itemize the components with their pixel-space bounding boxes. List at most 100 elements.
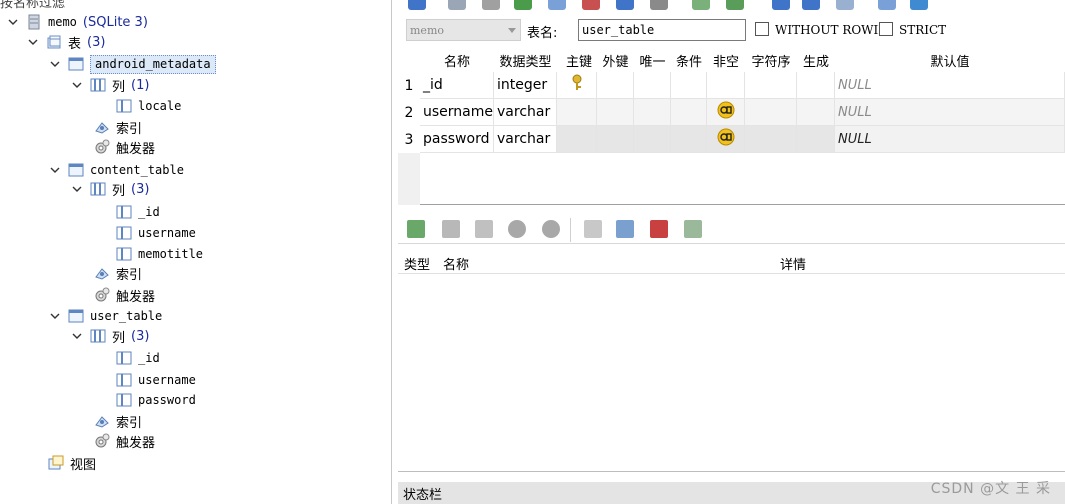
cell-type[interactable]: integer: [494, 72, 557, 99]
tree-columns-node[interactable]: 列 (1): [70, 75, 149, 95]
add-index-icon[interactable]: [407, 220, 425, 238]
tree-table-content-table[interactable]: content_table: [48, 160, 184, 180]
cell-default[interactable]: NULL: [835, 99, 1065, 126]
tree-column-username[interactable]: username: [116, 370, 196, 390]
cell-name[interactable]: password: [420, 126, 494, 153]
cell-generated[interactable]: [797, 72, 835, 99]
tree-table-user-table[interactable]: user_table: [48, 306, 162, 326]
cell-generated[interactable]: [797, 126, 835, 153]
cell-collation[interactable]: [745, 126, 797, 153]
move-up-icon[interactable]: [616, 0, 634, 10]
cell-default[interactable]: NULL: [835, 126, 1065, 153]
cell-fk[interactable]: [597, 99, 634, 126]
move-down-icon[interactable]: [650, 0, 668, 10]
tree-columns-node[interactable]: 列 (3): [70, 179, 149, 199]
cell-pk[interactable]: [557, 72, 597, 99]
cell-pk[interactable]: [557, 99, 597, 126]
tree-column-id[interactable]: _id: [116, 348, 160, 368]
fk-icon[interactable]: [802, 0, 820, 10]
header-check[interactable]: 条件: [671, 48, 707, 72]
index-header-type[interactable]: 类型: [404, 252, 430, 274]
table-row[interactable]: 3 password varchar NULL: [398, 126, 1065, 153]
header-generated[interactable]: 生成: [797, 48, 835, 72]
table-row[interactable]: 1 _id integer NULL: [398, 72, 1065, 99]
cell-check[interactable]: [671, 72, 707, 99]
cell-collation[interactable]: [745, 72, 797, 99]
cell-fk[interactable]: [597, 72, 634, 99]
tree-indexes-node[interactable]: 索引: [94, 117, 142, 137]
tree-column-username[interactable]: username: [116, 223, 196, 243]
cell-generated[interactable]: [797, 99, 835, 126]
chevron-down-icon[interactable]: [70, 182, 84, 196]
edit-column-icon[interactable]: [548, 0, 566, 10]
arrow-up-icon[interactable]: [508, 220, 526, 238]
close-icon[interactable]: [482, 0, 500, 10]
clipboard-icon[interactable]: [684, 220, 702, 238]
tree-table-android-metadata[interactable]: android_metadata: [48, 54, 216, 74]
edit-constraint-icon[interactable]: [726, 0, 744, 10]
chevron-down-icon[interactable]: [48, 163, 62, 177]
header-collation[interactable]: 字符序: [745, 48, 797, 72]
cell-notnull[interactable]: [707, 99, 745, 126]
add-constraint-icon[interactable]: [692, 0, 710, 10]
edit-trigger-icon[interactable]: [616, 220, 634, 238]
ddl-icon[interactable]: [910, 0, 928, 10]
cell-fk[interactable]: [597, 126, 634, 153]
cell-unique[interactable]: [634, 72, 671, 99]
cell-notnull[interactable]: [707, 126, 745, 153]
add-column-icon[interactable]: [514, 0, 532, 10]
delete-trigger-icon[interactable]: [650, 220, 668, 238]
header-notnull[interactable]: 非空: [707, 48, 745, 72]
cell-pk[interactable]: [557, 126, 597, 153]
tree-db-memo[interactable]: memo (SQLite 3): [6, 12, 148, 32]
commit-icon[interactable]: [408, 0, 426, 10]
export-icon[interactable]: [878, 0, 896, 10]
delete-index-icon[interactable]: [475, 220, 493, 238]
chevron-down-icon[interactable]: [70, 78, 84, 92]
index-list[interactable]: [398, 274, 1065, 472]
pk-icon[interactable]: [772, 0, 790, 10]
chevron-down-icon[interactable]: [48, 309, 62, 323]
schema-tree-panel[interactable]: 按名称过滤 memo (SQLite 3) 表 (3) android_meta…: [0, 0, 392, 504]
tree-columns-node[interactable]: 列 (3): [70, 326, 149, 346]
cell-default[interactable]: NULL: [835, 72, 1065, 99]
cell-name[interactable]: username: [420, 99, 494, 126]
cell-check[interactable]: [671, 99, 707, 126]
strict-checkbox[interactable]: [879, 22, 893, 36]
header-unique[interactable]: 唯一: [634, 48, 671, 72]
tree-indexes-node[interactable]: 索引: [94, 263, 142, 283]
delete-column-icon[interactable]: [582, 0, 600, 10]
header-pk[interactable]: 主键: [561, 48, 597, 72]
tree-triggers-node[interactable]: 触发器: [94, 137, 155, 157]
cell-unique[interactable]: [634, 99, 671, 126]
cell-type[interactable]: varchar: [494, 126, 557, 153]
cell-notnull[interactable]: [707, 72, 745, 99]
undo-icon[interactable]: [448, 0, 466, 10]
cell-collation[interactable]: [745, 99, 797, 126]
table-row[interactable]: 2 username varchar NULL: [398, 99, 1065, 126]
columns-grid[interactable]: 名称 数据类型 主键 外键 唯一 条件 非空 字符序 生成 默认值 1 _id …: [398, 48, 1065, 205]
header-name[interactable]: 名称: [420, 48, 494, 72]
chevron-down-icon[interactable]: [70, 329, 84, 343]
index-header-name[interactable]: 名称: [443, 252, 469, 274]
header-default[interactable]: 默认值: [835, 48, 1065, 72]
cell-type[interactable]: varchar: [494, 99, 557, 126]
tree-views-node[interactable]: 视图: [48, 453, 96, 473]
tree-triggers-node[interactable]: 触发器: [94, 285, 155, 305]
cell-check[interactable]: [671, 126, 707, 153]
unique-icon[interactable]: [836, 0, 854, 10]
header-fk[interactable]: 外键: [597, 48, 634, 72]
arrow-down-icon[interactable]: [542, 220, 560, 238]
tree-column-password[interactable]: password: [116, 390, 196, 410]
edit-index-icon[interactable]: [442, 220, 460, 238]
add-trigger-icon[interactable]: [584, 220, 602, 238]
tree-tables-node[interactable]: 表 (3): [26, 32, 105, 52]
tree-column-memotitle[interactable]: memotitle: [116, 244, 203, 264]
cell-name[interactable]: _id: [420, 72, 494, 99]
index-header-details[interactable]: 详情: [780, 252, 806, 274]
table-name-input[interactable]: user_table: [578, 19, 746, 41]
tree-triggers-node[interactable]: 触发器: [94, 431, 155, 451]
database-select[interactable]: memo: [406, 19, 521, 41]
without-rowid-checkbox[interactable]: [755, 22, 769, 36]
tree-indexes-node[interactable]: 索引: [94, 411, 142, 431]
